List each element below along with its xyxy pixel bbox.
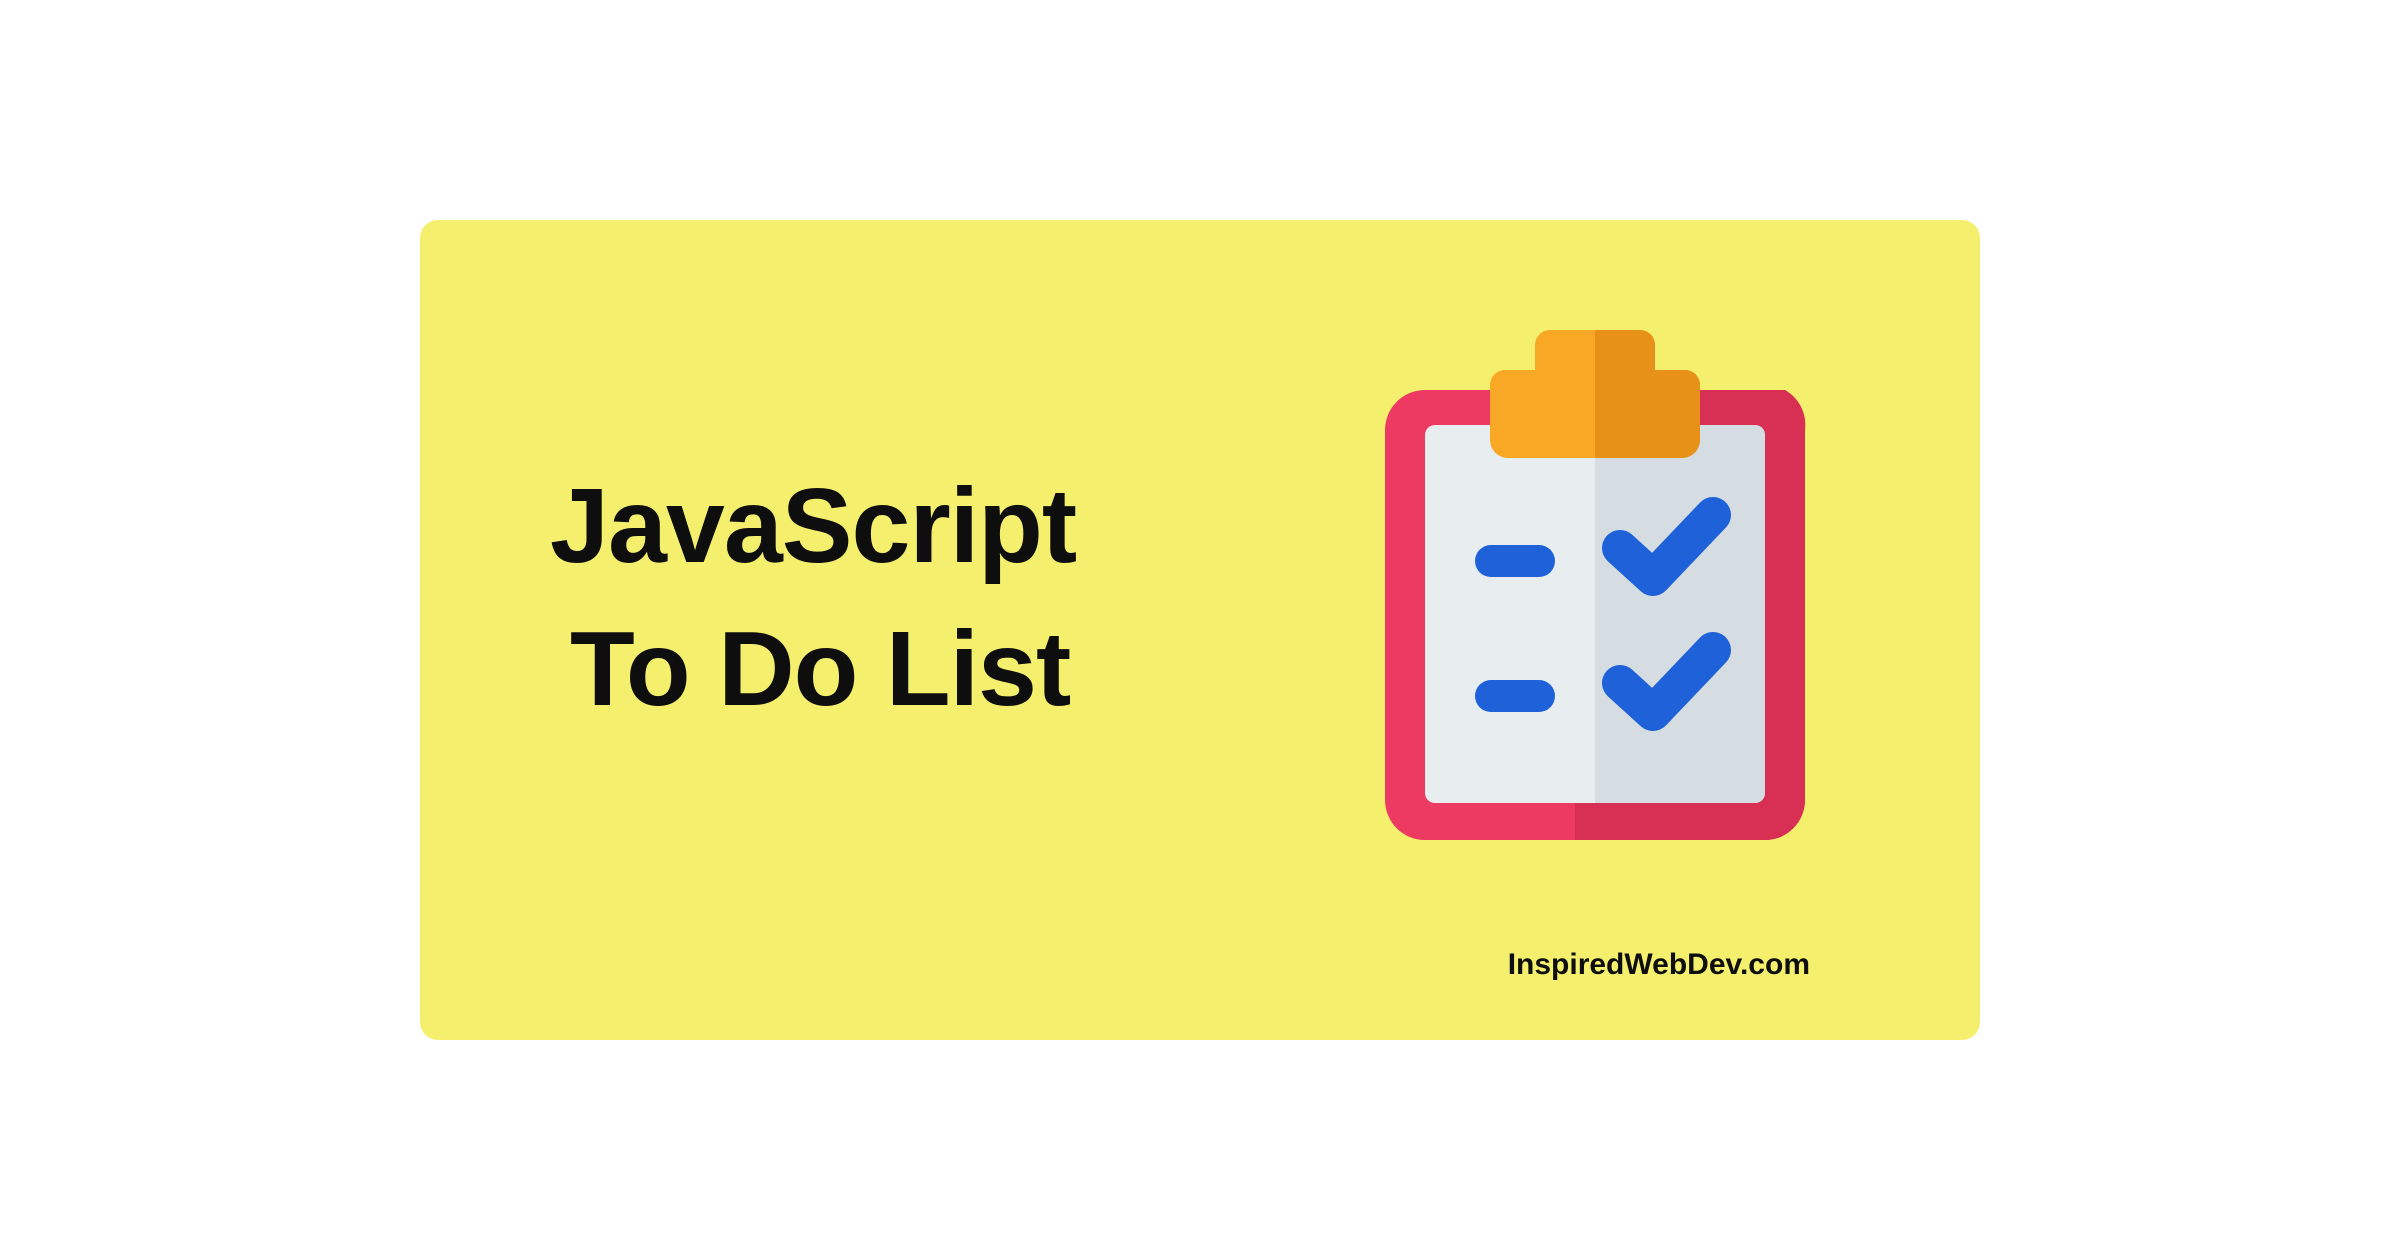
banner-card: JavaScript To Do List <box>420 220 1980 1040</box>
title-line-2: To Do List <box>550 598 1076 741</box>
clipboard-icon <box>1365 330 1825 855</box>
title-line-1: JavaScript <box>550 455 1076 598</box>
attribution-text: InspiredWebDev.com <box>1508 948 1810 982</box>
title: JavaScript To Do List <box>550 455 1076 741</box>
